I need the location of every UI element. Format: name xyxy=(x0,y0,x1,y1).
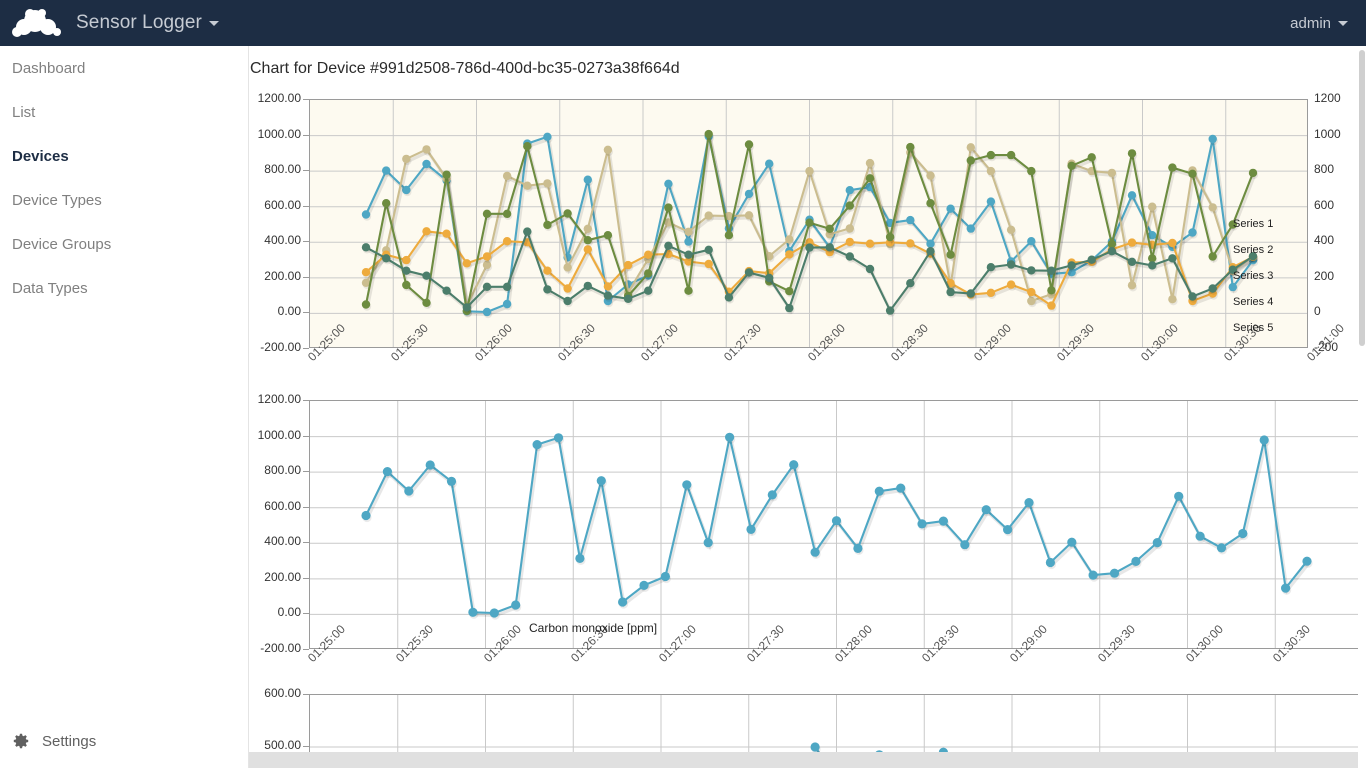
y-axis-tick-mark xyxy=(303,507,309,508)
y-axis-tick-mark xyxy=(303,135,309,136)
horizontal-scrollbar[interactable] xyxy=(249,752,1366,768)
sidebar-item-label: Data Types xyxy=(12,280,88,297)
sidebar-item-data-types[interactable]: Data Types xyxy=(0,266,248,310)
y-axis-tick-label: 1000.00 xyxy=(249,428,301,442)
legend-item-label: Series 2 xyxy=(1233,244,1273,256)
y-axis-tick-label: 1200.00 xyxy=(249,392,301,406)
y-axis-tick-label: 200.00 xyxy=(249,269,301,283)
y-axis-right-tick-label: 200 xyxy=(1314,269,1334,283)
legend-item-label: Series 1 xyxy=(1233,218,1273,230)
y-axis-tick-mark xyxy=(303,348,309,349)
y-axis-tick-label: 800.00 xyxy=(249,463,301,477)
top-navbar: Sensor Logger admin xyxy=(0,0,1366,46)
chart-multi-series[interactable]: -200.000.00200.00400.00600.00800.001000.… xyxy=(249,46,1366,396)
cloud-logo-icon xyxy=(10,7,66,39)
main-content: Chart for Device #991d2508-786d-400d-bc3… xyxy=(249,46,1366,768)
y-axis-right-tick-label: 1000 xyxy=(1314,127,1341,141)
y-axis-tick-mark xyxy=(303,277,309,278)
sidebar-item-label: Devices xyxy=(12,148,69,165)
y-axis-right-tick-label: 0 xyxy=(1314,304,1321,318)
y-axis-tick-mark xyxy=(303,400,309,401)
sidebar-nav-list: Dashboard List Devices Device Types Device G… xyxy=(0,46,248,310)
sidebar: Dashboard List Devices Device Types Device G… xyxy=(0,46,249,768)
sidebar-item-settings[interactable]: Settings xyxy=(0,722,249,760)
sidebar-item-label: Dashboard xyxy=(12,60,85,77)
chart-legend: Series 1 Series 2 Series 3 Series 4 Series 5 xyxy=(1233,211,1273,341)
legend-item[interactable]: Series 1 xyxy=(1233,211,1273,237)
y-axis-tick-mark xyxy=(303,542,309,543)
y-axis-tick-label: 0.00 xyxy=(249,605,301,619)
y-axis-tick-mark xyxy=(303,206,309,207)
y-axis-tick-mark xyxy=(303,746,309,747)
brand-title: Sensor Logger xyxy=(76,12,202,34)
plot-area[interactable] xyxy=(309,400,1362,649)
y-axis-tick-mark xyxy=(303,578,309,579)
y-axis-tick-label: 600.00 xyxy=(249,499,301,513)
user-menu[interactable]: admin xyxy=(1290,15,1348,32)
legend-item[interactable]: Series 4 xyxy=(1233,289,1273,315)
legend-item[interactable]: Series 5 xyxy=(1233,315,1273,341)
y-axis-tick-label: 200.00 xyxy=(249,570,301,584)
y-axis-tick-label: 600.00 xyxy=(249,686,301,700)
gear-icon xyxy=(12,732,30,750)
y-axis-right-tick-label: 800 xyxy=(1314,162,1334,176)
brand-link[interactable]: Sensor Logger xyxy=(0,0,219,46)
y-axis-right-tick-label: 400 xyxy=(1314,233,1334,247)
chart-carbon-monoxide[interactable]: -200.00 0.00 200.00 400.00 600.00 800.00 1000.… xyxy=(249,350,1366,690)
y-axis-right-tick-label: 600 xyxy=(1314,198,1334,212)
y-axis-tick-label: 1200.00 xyxy=(249,91,301,105)
legend-item-label: Series 5 xyxy=(1233,322,1273,334)
y-axis-tick-mark xyxy=(303,99,309,100)
sidebar-item-dashboard[interactable]: Dashboard xyxy=(0,46,248,90)
sidebar-item-list[interactable]: List xyxy=(0,90,248,134)
sidebar-item-device-types[interactable]: Device Types xyxy=(0,178,248,222)
sidebar-item-label: Device Groups xyxy=(12,236,111,253)
y-axis-tick-mark xyxy=(303,613,309,614)
y-axis-tick-mark xyxy=(303,436,309,437)
sidebar-item-devices[interactable]: Devices xyxy=(0,134,248,178)
y-axis-tick-mark xyxy=(303,471,309,472)
y-axis-tick-label: 500.00 xyxy=(249,738,301,752)
y-axis-tick-label: 400.00 xyxy=(249,534,301,548)
legend-item[interactable]: Series 2 xyxy=(1233,237,1273,263)
vertical-scrollbar[interactable] xyxy=(1358,46,1366,768)
caret-down-icon xyxy=(209,21,219,26)
chart-title: Carbon monoxide [ppm] xyxy=(529,621,657,635)
sidebar-item-label: List xyxy=(12,104,35,121)
vertical-scrollbar-thumb[interactable] xyxy=(1359,50,1365,346)
plot-area[interactable] xyxy=(309,99,1308,348)
y-axis-tick-label: 0.00 xyxy=(249,304,301,318)
y-axis-tick-label: 800.00 xyxy=(249,162,301,176)
legend-item-label: Series 3 xyxy=(1233,270,1273,282)
legend-item[interactable]: Series 3 xyxy=(1233,263,1273,289)
y-axis-right-tick-label: 1200 xyxy=(1314,91,1341,105)
y-axis-tick-label: 400.00 xyxy=(249,233,301,247)
y-axis-tick-label: 600.00 xyxy=(249,198,301,212)
sidebar-item-label: Device Types xyxy=(12,192,102,209)
y-axis-tick-label: 1000.00 xyxy=(249,127,301,141)
y-axis-tick-label: -200.00 xyxy=(249,641,301,655)
legend-item-label: Series 4 xyxy=(1233,296,1273,308)
sidebar-item-settings-label: Settings xyxy=(42,733,96,750)
y-axis-tick-mark xyxy=(303,694,309,695)
y-axis-tick-mark xyxy=(303,649,309,650)
y-axis-tick-mark xyxy=(303,241,309,242)
sidebar-item-device-groups[interactable]: Device Groups xyxy=(0,222,248,266)
y-axis-tick-mark xyxy=(303,170,309,171)
y-axis-tick-mark xyxy=(303,312,309,313)
user-menu-label: admin xyxy=(1290,15,1331,32)
caret-down-icon xyxy=(1338,21,1348,26)
